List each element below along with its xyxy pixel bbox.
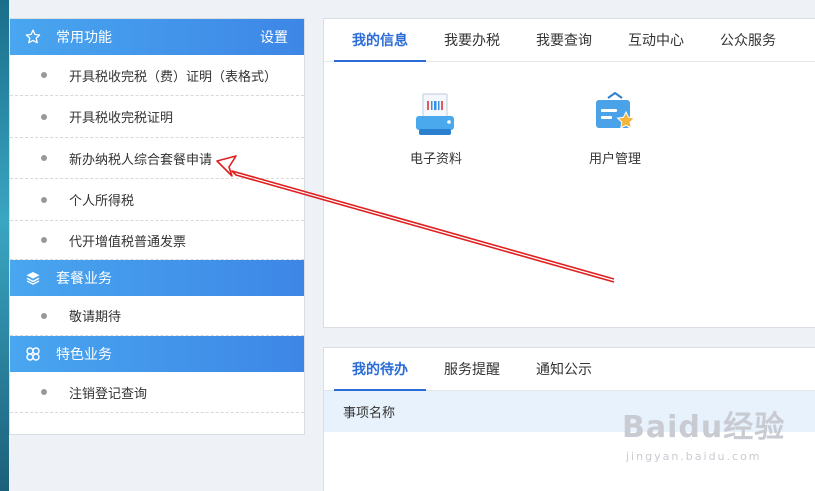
layers-icon <box>24 269 42 287</box>
todo-tabs: 我的待办 服务提醒 通知公示 <box>324 348 815 391</box>
app-user-management[interactable]: 用户管理 <box>570 91 660 167</box>
sidebar-item-new-taxpayer-package[interactable]: 新办纳税人综合套餐申请 <box>10 138 304 179</box>
bullet-icon <box>41 389 47 395</box>
app-grid: 电子资料 用户管理 <box>324 62 815 322</box>
app-label: 电子资料 <box>409 152 462 167</box>
sidebar-item-label: 新办纳税人综合套餐申请 <box>69 152 213 168</box>
sidebar-item-coming-soon[interactable]: 敬请期待 <box>10 296 304 336</box>
tab-my-todos[interactable]: 我的待办 <box>334 348 426 391</box>
star-icon <box>24 28 42 46</box>
info-tabs: 我的信息 我要办税 我要查询 互动中心 公众服务 <box>324 19 815 62</box>
background-strip <box>0 0 9 491</box>
sidebar-item-label: 开具税收完税（费）证明（表格式） <box>69 69 278 85</box>
section-title: 特色业务 <box>56 347 112 363</box>
section-title: 套餐业务 <box>56 271 112 287</box>
app-label: 用户管理 <box>588 152 641 167</box>
sidebar: 常用功能 设置 开具税收完税（费）证明（表格式） 开具税收完税证明 新办纳税人综… <box>9 18 305 435</box>
sidebar-item-label: 个人所得税 <box>69 194 135 209</box>
watermark-logo: Baidu经验 <box>622 410 786 445</box>
section-header-common: 常用功能 设置 <box>10 19 304 55</box>
bullet-icon <box>41 155 47 161</box>
app-electronic-documents[interactable]: 电子资料 <box>391 92 481 167</box>
section-header-featured: 特色业务 <box>10 336 304 372</box>
info-panel: 我的信息 我要办税 我要查询 互动中心 公众服务 电子资料 用户管理 <box>323 18 815 328</box>
printer-icon <box>413 92 459 140</box>
tab-my-info[interactable]: 我的信息 <box>334 19 426 62</box>
bullet-icon <box>41 72 47 78</box>
section-header-packages: 套餐业务 <box>10 260 304 296</box>
section-title: 常用功能 <box>56 30 112 46</box>
watermark: Baidu经验 jingyan.baidu.com <box>622 402 812 482</box>
tab-public-services[interactable]: 公众服务 <box>702 19 794 61</box>
watermark-url: jingyan.baidu.com <box>626 450 762 463</box>
sidebar-item-deregistration-query[interactable]: 注销登记查询 <box>10 372 304 413</box>
sidebar-item-label: 敬请期待 <box>69 310 122 325</box>
user-management-icon <box>592 91 638 140</box>
tab-service-reminders[interactable]: 服务提醒 <box>426 348 518 390</box>
bullet-icon <box>41 237 47 243</box>
bullet-icon <box>41 113 47 120</box>
tab-interaction-center[interactable]: 互动中心 <box>610 19 702 61</box>
sidebar-item-tax-certificate[interactable]: 开具税收完税证明 <box>10 96 304 138</box>
sidebar-item-tax-certificate-table[interactable]: 开具税收完税（费）证明（表格式） <box>10 55 304 96</box>
tab-notices[interactable]: 通知公示 <box>518 348 610 390</box>
sidebar-item-label: 注销登记查询 <box>69 386 148 402</box>
tab-query[interactable]: 我要查询 <box>518 19 610 61</box>
bullet-icon <box>41 312 47 319</box>
flower-icon <box>24 345 42 363</box>
sidebar-item-label: 代开增值税普通发票 <box>69 234 187 250</box>
sidebar-item-label: 开具税收完税证明 <box>69 111 174 126</box>
bullet-icon <box>41 196 47 203</box>
column-header-item-name: 事项名称 <box>343 406 396 421</box>
tab-tax-filing[interactable]: 我要办税 <box>426 19 518 61</box>
sidebar-item-vat-invoice[interactable]: 代开增值税普通发票 <box>10 221 304 260</box>
settings-link[interactable]: 设置 <box>260 27 288 47</box>
sidebar-item-personal-income-tax[interactable]: 个人所得税 <box>10 179 304 221</box>
